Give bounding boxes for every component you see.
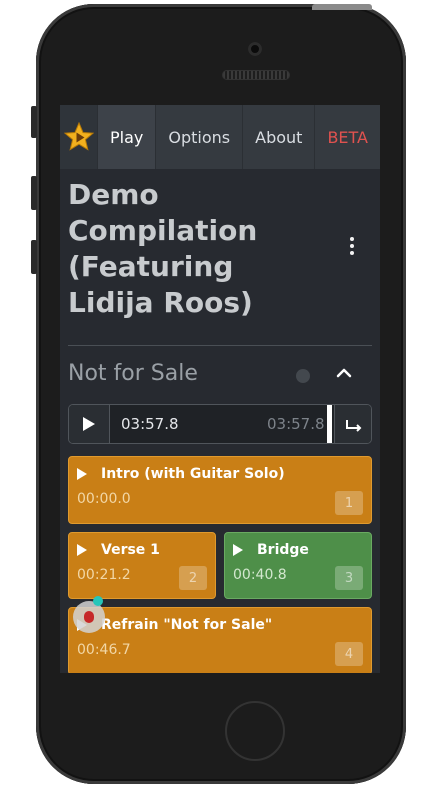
cue-bridge[interactable]: Bridge 00:40.8 3: [224, 532, 372, 599]
app-screen: Play Options About BETA Demo Compilation…: [60, 105, 380, 673]
cue-shortcut-badge: 3: [335, 566, 363, 590]
section-divider: [68, 345, 372, 346]
mute-switch: [31, 106, 37, 138]
cue-time: 00:00.0: [77, 491, 131, 507]
loop-to-start-icon: [346, 420, 362, 432]
compilation-title: Demo Compilation (Featuring Lidija Roos): [68, 178, 258, 319]
power-button: [312, 4, 372, 10]
play-icon: [77, 468, 87, 480]
earpiece-speaker: [222, 70, 290, 80]
navbar: Play Options About BETA: [60, 105, 380, 169]
nav-tab-beta[interactable]: BETA: [314, 105, 380, 169]
app-logo[interactable]: [60, 105, 98, 169]
cue-refrain[interactable]: Refrain "Not for Sale" 00:46.7 4: [68, 607, 372, 673]
chevron-up-icon[interactable]: [332, 361, 356, 385]
home-button[interactable]: [225, 701, 285, 761]
cue-intro[interactable]: Intro (with Guitar Solo) 00:00.0 1: [68, 456, 372, 524]
front-camera: [248, 42, 262, 56]
cue-shortcut-badge: 4: [335, 642, 363, 666]
vertical-ellipsis-icon[interactable]: [342, 237, 362, 261]
cue-time: 00:46.7: [77, 642, 131, 658]
cue-name-text: Refrain "Not for Sale": [101, 617, 273, 633]
cue-name: Bridge: [233, 542, 309, 558]
cue-time: 00:21.2: [77, 567, 131, 583]
volume-up-button: [31, 176, 37, 210]
nav-tab-about[interactable]: About: [242, 105, 314, 169]
cue-name: Refrain "Not for Sale": [77, 617, 272, 633]
status-indicator: [296, 369, 310, 383]
ladybug-icon: [84, 611, 94, 623]
play-icon: [83, 417, 95, 431]
nav-tab-options[interactable]: Options: [155, 105, 242, 169]
nav-tab-play[interactable]: Play: [97, 105, 156, 169]
player-bar: 03:57.8 03:57.8: [68, 404, 372, 444]
volume-down-button: [31, 240, 37, 274]
cue-name-text: Verse 1: [101, 542, 160, 558]
debug-status-dot: [93, 596, 103, 606]
play-button[interactable]: [69, 405, 110, 443]
cue-shortcut-badge: 2: [179, 566, 207, 590]
debug-button[interactable]: [73, 601, 105, 633]
cue-name-text: Bridge: [257, 542, 309, 558]
cue-shortcut-badge: 1: [335, 491, 363, 515]
play-icon: [77, 544, 87, 556]
current-time: 03:57.8: [121, 415, 179, 433]
track-title: Not for Sale: [68, 361, 198, 386]
play-icon: [233, 544, 243, 556]
loop-button[interactable]: [334, 405, 371, 443]
cue-time: 00:40.8: [233, 567, 287, 583]
cue-name: Verse 1: [77, 542, 160, 558]
star-play-icon: [63, 122, 94, 151]
cue-verse-1[interactable]: Verse 1 00:21.2 2: [68, 532, 216, 599]
cue-name-text: Intro (with Guitar Solo): [101, 466, 285, 482]
track-duration: 03:57.8: [267, 415, 325, 433]
cue-name: Intro (with Guitar Solo): [77, 466, 285, 482]
playhead-marker[interactable]: [327, 405, 332, 443]
